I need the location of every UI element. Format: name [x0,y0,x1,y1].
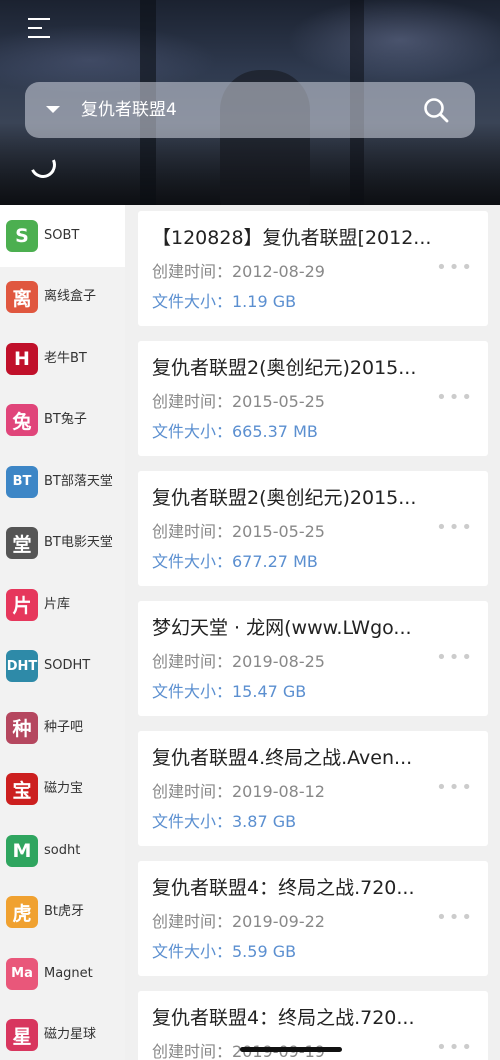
result-title: 复仇者联盟4.终局之战.Aven... [152,747,413,769]
result-date: 创建时间：2012-08-29 [152,262,325,281]
sidebar-item-label: Magnet [44,965,93,981]
result-title: 复仇者联盟2(奥创纪元)2015... [152,487,417,509]
more-dots-icon[interactable]: ••• [436,909,474,927]
source-logo-icon: M [6,834,38,867]
sidebar-item-label: 离线盒子 [44,289,97,305]
result-title: 梦幻天堂 · 龙网(www.LWgo... [152,617,412,639]
sidebar-item[interactable]: S SOBT [0,205,125,267]
sidebar-item[interactable]: BT BT部落天堂 [0,451,125,513]
source-logo-icon: 星 [6,1019,38,1052]
sidebar-item[interactable]: 兔 BT兔子 [0,390,125,452]
sidebar-item[interactable]: 宝磁力宝 [0,759,125,821]
result-size: 文件大小：5.59 GB [152,942,297,961]
source-logo-icon: 离 [6,281,38,314]
sidebar-item[interactable]: H 老牛BT [0,328,125,390]
more-dots-icon[interactable]: ••• [436,779,474,797]
sidebar-item-label: SODHT [44,658,91,674]
result-date: 创建时间：2015-05-25 [152,392,325,411]
source-logo-icon: 堂 [6,527,38,560]
result-title: 复仇者联盟2(奥创纪元)2015... [152,357,417,379]
sidebar-item-label: 种子吧 [44,719,84,735]
source-sidebar: S SOBT 离离线盒子 H 老牛BT 兔 BT兔子 BT BT部落天堂堂 BT电影天堂片片库 DH… [0,205,125,1060]
sidebar-item-label: 老牛BT [44,350,87,366]
sidebar-item-label: BT电影天堂 [44,535,113,551]
search-icon[interactable] [422,96,450,124]
source-logo-icon: Ma [6,957,38,990]
result-title: 复仇者联盟4：终局之战.720... [152,877,415,899]
result-card[interactable]: 梦幻天堂 · 龙网(www.LWgo... 创建时间：2019-08-25 文件大小… [138,601,488,716]
sidebar-item[interactable]: DHT SODHT [0,636,125,698]
result-card[interactable]: 【120828】复仇者联盟[2012... 创建时间：2012-08-29 文件大小… [138,211,488,326]
sidebar-item-label: Bt虎牙 [44,904,85,920]
sidebar-item[interactable]: 离离线盒子 [0,267,125,329]
result-date: 创建时间：2019-09-22 [152,912,325,931]
result-card[interactable]: 复仇者联盟4.终局之战.Aven... 创建时间：2019-08-12 文件大小：3… [138,731,488,846]
source-logo-icon: H [6,342,38,375]
result-size: 文件大小：677.27 MB [152,552,318,571]
search-bar[interactable]: 复仇者联盟4 [25,82,475,138]
more-dots-icon[interactable]: ••• [436,259,474,277]
more-dots-icon[interactable]: ••• [436,649,474,667]
result-size: 文件大小：1.19 GB [152,292,297,311]
source-logo-icon: DHT [6,650,38,683]
search-input[interactable]: 复仇者联盟4 [81,97,177,123]
result-date: 创建时间：2015-05-25 [152,522,325,541]
source-logo-icon: 片 [6,588,38,621]
result-size: 文件大小：15.47 GB [152,682,307,701]
more-dots-icon[interactable]: ••• [436,1039,474,1057]
result-card[interactable]: 复仇者联盟2(奥创纪元)2015... 创建时间：2015-05-25 文件大小：6… [138,471,488,586]
sidebar-item[interactable]: 虎 Bt虎牙 [0,882,125,944]
sidebar-item[interactable]: Ma Magnet [0,943,125,1005]
sidebar-item[interactable]: 种种子吧 [0,697,125,759]
menu-icon[interactable] [28,18,50,38]
result-title: 【120828】复仇者联盟[2012... [152,227,432,249]
source-logo-icon: 兔 [6,404,38,437]
result-card[interactable]: 复仇者联盟4：终局之战.720... 创建时间：2019-09-22 文件大小：5.… [138,861,488,976]
sidebar-item[interactable]: 片片库 [0,574,125,636]
caret-down-icon[interactable] [46,106,60,113]
result-size: 文件大小：665.37 MB [152,422,318,441]
sidebar-item-label: 磁力宝 [44,781,84,797]
result-title: 复仇者联盟4：终局之战.720... [152,1007,415,1029]
sidebar-item[interactable]: Msodht [0,820,125,882]
results-list: 【120828】复仇者联盟[2012... 创建时间：2012-08-29 文件大小… [125,205,500,1060]
source-logo-icon: S [6,219,38,252]
source-logo-icon: 虎 [6,896,38,929]
result-size: 文件大小：3.87 GB [152,812,297,831]
more-dots-icon[interactable]: ••• [436,389,474,407]
sidebar-item-label: 磁力星球 [44,1027,97,1043]
result-date: 创建时间：2019-08-12 [152,782,325,801]
result-date: 创建时间：2019-08-25 [152,652,325,671]
sidebar-item-label: BT部落天堂 [44,473,113,489]
result-card[interactable]: 复仇者联盟2(奥创纪元)2015... 创建时间：2015-05-25 文件大小：6… [138,341,488,456]
more-dots-icon[interactable]: ••• [436,519,474,537]
sidebar-item[interactable]: 堂 BT电影天堂 [0,513,125,575]
source-logo-icon: 种 [6,711,38,744]
source-logo-icon: BT [6,465,38,498]
sidebar-item-label: 片库 [44,596,71,612]
source-logo-icon: 宝 [6,773,38,806]
sidebar-item[interactable]: 星磁力星球 [0,1005,125,1060]
home-indicator[interactable] [240,1047,342,1052]
sidebar-item-label: SOBT [44,227,80,243]
sidebar-item-label: BT兔子 [44,412,87,428]
header-banner: 复仇者联盟4 [0,0,500,205]
sidebar-item-label: sodht [44,842,81,858]
